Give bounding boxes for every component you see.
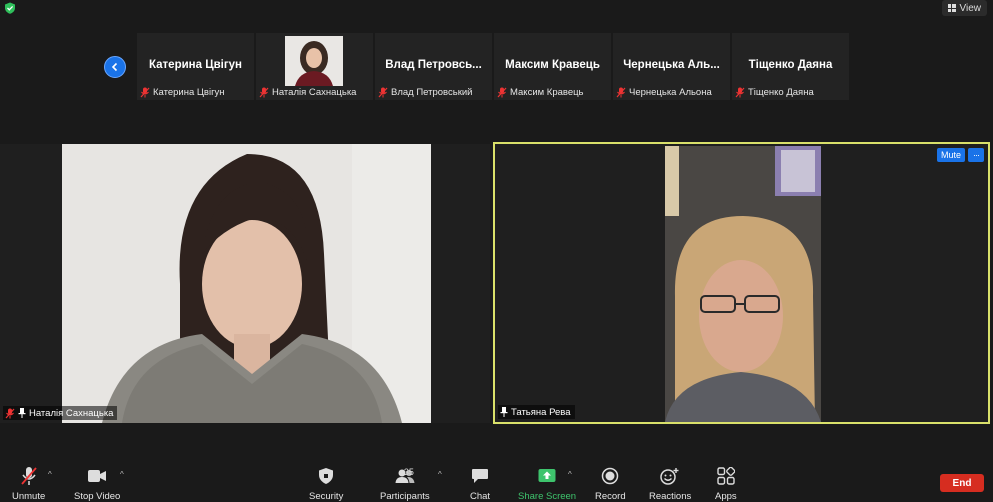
caption-text: Чернецька Альона <box>629 86 712 98</box>
share-options-chevron-icon[interactable]: ^ <box>568 470 572 479</box>
participant-name: Наталія Сахнацька <box>29 407 114 419</box>
record-icon <box>602 467 619 485</box>
more-options-button[interactable]: ··· <box>968 148 984 162</box>
record-button[interactable]: Record <box>595 466 626 502</box>
video-options-chevron-icon[interactable]: ^ <box>120 470 124 479</box>
meeting-toolbar: Unmute ^ Stop Video ^ Security 35 Partic… <box>0 458 993 502</box>
participants-options-chevron-icon[interactable]: ^ <box>438 470 442 479</box>
previous-page-button[interactable] <box>104 56 126 78</box>
participant-thumbnail[interactable]: Катерина Цвігун Катерина Цвігун <box>137 33 254 100</box>
mic-muted-icon <box>378 87 388 97</box>
pin-icon <box>18 408 26 418</box>
participant-name-tag: Наталія Сахнацька <box>3 406 118 420</box>
participant-thumbnail[interactable]: Влад Петровсь... Влад Петровський <box>375 33 492 100</box>
mic-muted-icon <box>616 87 626 97</box>
end-meeting-button[interactable]: End <box>940 474 984 492</box>
view-label: View <box>959 2 982 14</box>
participant-caption: Наталія Сахнацька <box>259 85 356 99</box>
apps-icon <box>717 467 735 485</box>
participant-thumbnail[interactable]: Чернецька Аль... Чернецька Альона <box>613 33 730 100</box>
chat-label: Chat <box>470 491 491 502</box>
caption-text: Влад Петровський <box>391 86 473 98</box>
participant-thumbnail[interactable]: Тіщенко Даяна Тіщенко Даяна <box>732 33 849 100</box>
stop-video-button[interactable]: Stop Video <box>74 466 120 502</box>
unmute-button[interactable]: Unmute <box>12 466 45 502</box>
security-button[interactable]: Security <box>309 466 343 502</box>
share-screen-icon <box>538 469 556 482</box>
audio-options-chevron-icon[interactable]: ^ <box>48 470 52 479</box>
apps-label: Apps <box>715 491 737 502</box>
participant-thumbnail[interactable]: Наталія Сахнацька <box>256 33 373 100</box>
participant-caption: Влад Петровський <box>378 85 472 99</box>
caption-text: Катерина Цвігун <box>153 86 225 98</box>
share-screen-label: Share Screen <box>518 491 577 502</box>
caption-text: Наталія Сахнацька <box>272 86 357 98</box>
participant-name: Татьяна Рева <box>511 406 571 418</box>
mic-muted-icon <box>497 87 507 97</box>
stop-video-label: Stop Video <box>74 491 121 502</box>
reactions-label: Reactions <box>649 491 692 502</box>
mic-muted-icon <box>140 87 150 97</box>
grid-icon <box>947 4 956 12</box>
participant-caption: Максим Кравець <box>497 85 584 99</box>
view-button[interactable]: View <box>941 0 987 16</box>
mic-muted-icon <box>5 408 15 418</box>
participant-name: Влад Петровсь... <box>385 59 482 71</box>
participant-caption: Тіщенко Даяна <box>735 85 814 99</box>
record-label: Record <box>595 491 626 502</box>
unmute-label: Unmute <box>12 491 46 502</box>
participant-name-tag: Татьяна Рева <box>498 405 575 419</box>
participant-name: Катерина Цвігун <box>148 59 242 71</box>
microphone-muted-icon <box>20 467 37 485</box>
participant-video <box>62 144 431 423</box>
video-camera-icon <box>88 470 107 482</box>
participant-video <box>285 36 343 86</box>
mic-muted-icon <box>735 87 745 97</box>
participant-caption: Катерина Цвігун <box>140 85 225 99</box>
participant-strip: Катерина Цвігун Катерина Цвігун Наталія … <box>137 33 849 100</box>
participant-caption: Чернецька Альона <box>616 85 712 99</box>
reactions-button[interactable]: Reactions <box>649 466 691 502</box>
participants-count: 35 <box>403 467 414 477</box>
mute-button[interactable]: Mute <box>936 148 965 162</box>
video-panel-left[interactable]: Наталія Сахнацька <box>0 144 490 423</box>
smiley-plus-icon <box>660 468 679 485</box>
participants-label: Participants <box>380 491 430 502</box>
chat-icon <box>472 469 489 483</box>
participant-name: Чернецька Аль... <box>623 59 720 71</box>
participant-name: Тіщенко Даяна <box>748 59 833 71</box>
caption-text: Тіщенко Даяна <box>748 86 814 98</box>
participants-button[interactable]: 35 Participants <box>380 466 430 502</box>
pin-icon <box>500 407 508 417</box>
video-panel-right[interactable]: Mute ··· Татьяна Рева <box>493 142 990 424</box>
participant-thumbnail[interactable]: Максим Кравець Максим Кравець <box>494 33 611 100</box>
chevron-left-icon <box>111 62 118 72</box>
mic-muted-icon <box>259 87 269 97</box>
caption-text: Максим Кравець <box>510 86 584 98</box>
apps-button[interactable]: Apps <box>715 466 737 502</box>
shield-icon <box>319 468 334 484</box>
security-label: Security <box>309 491 344 502</box>
shield-icon[interactable] <box>4 2 16 14</box>
participant-name: Максим Кравець <box>505 59 600 71</box>
chat-button[interactable]: Chat <box>470 466 490 502</box>
participant-video <box>665 146 821 422</box>
